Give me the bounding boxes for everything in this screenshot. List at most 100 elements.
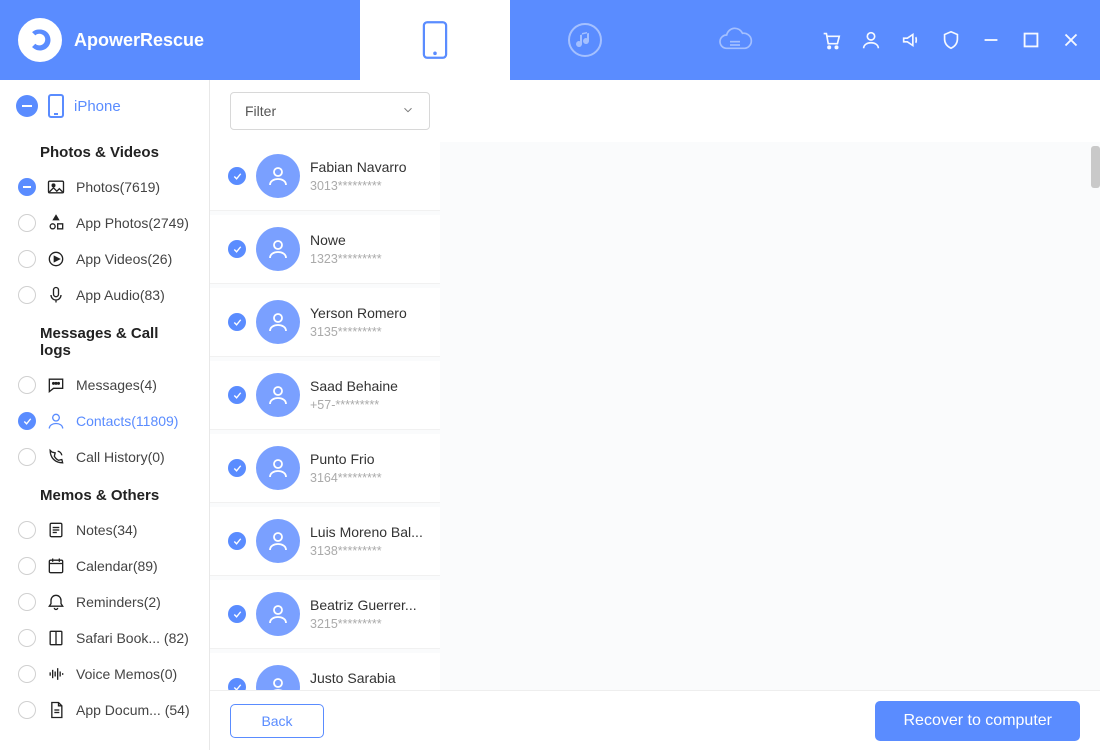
sidebar-item-call-history[interactable]: Call History(0) bbox=[0, 439, 209, 475]
sidebar-item-label: Call History(0) bbox=[76, 449, 165, 465]
contact-row[interactable]: Punto Frio3164********* bbox=[210, 434, 440, 503]
sidebar-item-safari-bookmarks[interactable]: Safari Book... (82) bbox=[0, 620, 209, 656]
contacts-icon bbox=[46, 411, 66, 431]
close-icon[interactable] bbox=[1060, 29, 1082, 51]
contact-info: Yerson Romero 3135********* bbox=[310, 305, 407, 339]
row-checkbox[interactable] bbox=[228, 240, 246, 258]
footer: Back Recover to computer bbox=[210, 690, 1100, 750]
mode-tabs bbox=[360, 0, 810, 80]
contact-info: Punto Frio3164********* bbox=[310, 451, 382, 485]
sidebar-item-messages[interactable]: Messages(4) bbox=[0, 367, 209, 403]
contact-name: Yerson Romero bbox=[310, 305, 407, 321]
minimize-icon[interactable] bbox=[980, 29, 1002, 51]
cart-icon[interactable] bbox=[820, 29, 842, 51]
checkbox[interactable] bbox=[18, 448, 36, 466]
app-name: ApowerRescue bbox=[74, 30, 204, 51]
sidebar-item-notes[interactable]: Notes(34) bbox=[0, 512, 209, 548]
row-checkbox[interactable] bbox=[228, 167, 246, 185]
checkbox[interactable] bbox=[18, 701, 36, 719]
section-title: Messages & Call logs bbox=[0, 313, 209, 367]
filter-dropdown[interactable]: Filter bbox=[230, 92, 430, 130]
avatar bbox=[256, 665, 300, 690]
back-button[interactable]: Back bbox=[230, 704, 324, 738]
contact-phone: +57-********* bbox=[310, 398, 398, 412]
device-row[interactable]: iPhone bbox=[0, 80, 209, 132]
voice-memos-icon bbox=[46, 664, 66, 684]
app-audio-icon bbox=[46, 285, 66, 305]
contact-list: Fabian Navarro3013********* Nowe 1323*****… bbox=[210, 142, 440, 690]
announce-icon[interactable] bbox=[900, 29, 922, 51]
sidebar-item-label: Notes(34) bbox=[76, 522, 137, 538]
row-checkbox[interactable] bbox=[228, 532, 246, 550]
contact-phone: 3135********* bbox=[310, 325, 407, 339]
checkbox[interactable] bbox=[18, 665, 36, 683]
checkbox[interactable] bbox=[18, 250, 36, 268]
checkbox[interactable] bbox=[18, 557, 36, 575]
contact-name: Nowe bbox=[310, 232, 382, 248]
contact-phone: 1323********* bbox=[310, 252, 382, 266]
tab-device[interactable] bbox=[360, 0, 510, 80]
contact-row[interactable]: Luis Moreno Bal...3138********* bbox=[210, 507, 440, 576]
device-label: iPhone bbox=[74, 98, 121, 115]
avatar bbox=[256, 446, 300, 490]
contact-row[interactable]: Saad Behaine +57-********* bbox=[210, 361, 440, 430]
sidebar-item-label: Messages(4) bbox=[76, 377, 157, 393]
contact-name: Saad Behaine bbox=[310, 378, 398, 394]
row-checkbox[interactable] bbox=[228, 313, 246, 331]
sidebar-item-photos[interactable]: Photos(7619) bbox=[0, 169, 209, 205]
checkbox[interactable] bbox=[18, 376, 36, 394]
avatar bbox=[256, 154, 300, 198]
row-checkbox[interactable] bbox=[228, 678, 246, 690]
contact-row[interactable]: Yerson Romero 3135********* bbox=[210, 288, 440, 357]
contact-row[interactable]: Nowe 1323********* bbox=[210, 215, 440, 284]
contact-info: Saad Behaine +57-********* bbox=[310, 378, 398, 412]
contact-name: Beatriz Guerrer... bbox=[310, 597, 417, 613]
avatar bbox=[256, 227, 300, 271]
scrollbar[interactable] bbox=[1091, 146, 1100, 266]
contact-name: Fabian Navarro bbox=[310, 159, 407, 175]
tab-cloud[interactable] bbox=[660, 0, 810, 80]
filter-label: Filter bbox=[245, 103, 276, 119]
sidebar-item-app-photos[interactable]: App Photos(2749) bbox=[0, 205, 209, 241]
sidebar-item-reminders[interactable]: Reminders(2) bbox=[0, 584, 209, 620]
sidebar: iPhone Photos & VideosPhotos(7619)App Ph… bbox=[0, 80, 210, 750]
row-checkbox[interactable] bbox=[228, 386, 246, 404]
collapse-icon[interactable] bbox=[16, 95, 38, 117]
row-checkbox[interactable] bbox=[228, 459, 246, 477]
sidebar-item-label: App Docum... (54) bbox=[76, 702, 190, 718]
checkbox[interactable] bbox=[18, 178, 36, 196]
sidebar-item-calendar[interactable]: Calendar(89) bbox=[0, 548, 209, 584]
checkbox[interactable] bbox=[18, 412, 36, 430]
call-history-icon bbox=[46, 447, 66, 467]
checkbox[interactable] bbox=[18, 214, 36, 232]
phone-icon bbox=[48, 94, 64, 118]
checkbox[interactable] bbox=[18, 521, 36, 539]
contact-row[interactable]: Beatriz Guerrer... 3215********* bbox=[210, 580, 440, 649]
contact-row[interactable]: Justo Sarabia+573********* bbox=[210, 653, 440, 690]
contact-info: Fabian Navarro3013********* bbox=[310, 159, 407, 193]
recover-button[interactable]: Recover to computer bbox=[875, 701, 1080, 741]
maximize-icon[interactable] bbox=[1020, 29, 1042, 51]
sidebar-item-voice-memos[interactable]: Voice Memos(0) bbox=[0, 656, 209, 692]
sidebar-item-app-documents[interactable]: App Docum... (54) bbox=[0, 692, 209, 728]
main-panel: Filter Fabian Navarro3013********* Nowe 13… bbox=[210, 80, 1100, 750]
checkbox[interactable] bbox=[18, 593, 36, 611]
sidebar-item-app-videos[interactable]: App Videos(26) bbox=[0, 241, 209, 277]
sidebar-item-label: Reminders(2) bbox=[76, 594, 161, 610]
photos-icon bbox=[46, 177, 66, 197]
row-checkbox[interactable] bbox=[228, 605, 246, 623]
contact-phone: 3164********* bbox=[310, 471, 382, 485]
contact-row[interactable]: Fabian Navarro3013********* bbox=[210, 142, 440, 211]
sidebar-item-contacts[interactable]: Contacts(11809) bbox=[0, 403, 209, 439]
checkbox[interactable] bbox=[18, 286, 36, 304]
contact-info: Nowe 1323********* bbox=[310, 232, 382, 266]
contact-phone: 3215********* bbox=[310, 617, 417, 631]
filter-row: Filter bbox=[210, 80, 1100, 142]
sidebar-item-app-audio[interactable]: App Audio(83) bbox=[0, 277, 209, 313]
notes-icon bbox=[46, 520, 66, 540]
shield-icon[interactable] bbox=[940, 29, 962, 51]
checkbox[interactable] bbox=[18, 629, 36, 647]
sidebar-item-label: Safari Book... (82) bbox=[76, 630, 189, 646]
tab-music[interactable] bbox=[510, 0, 660, 80]
user-icon[interactable] bbox=[860, 29, 882, 51]
